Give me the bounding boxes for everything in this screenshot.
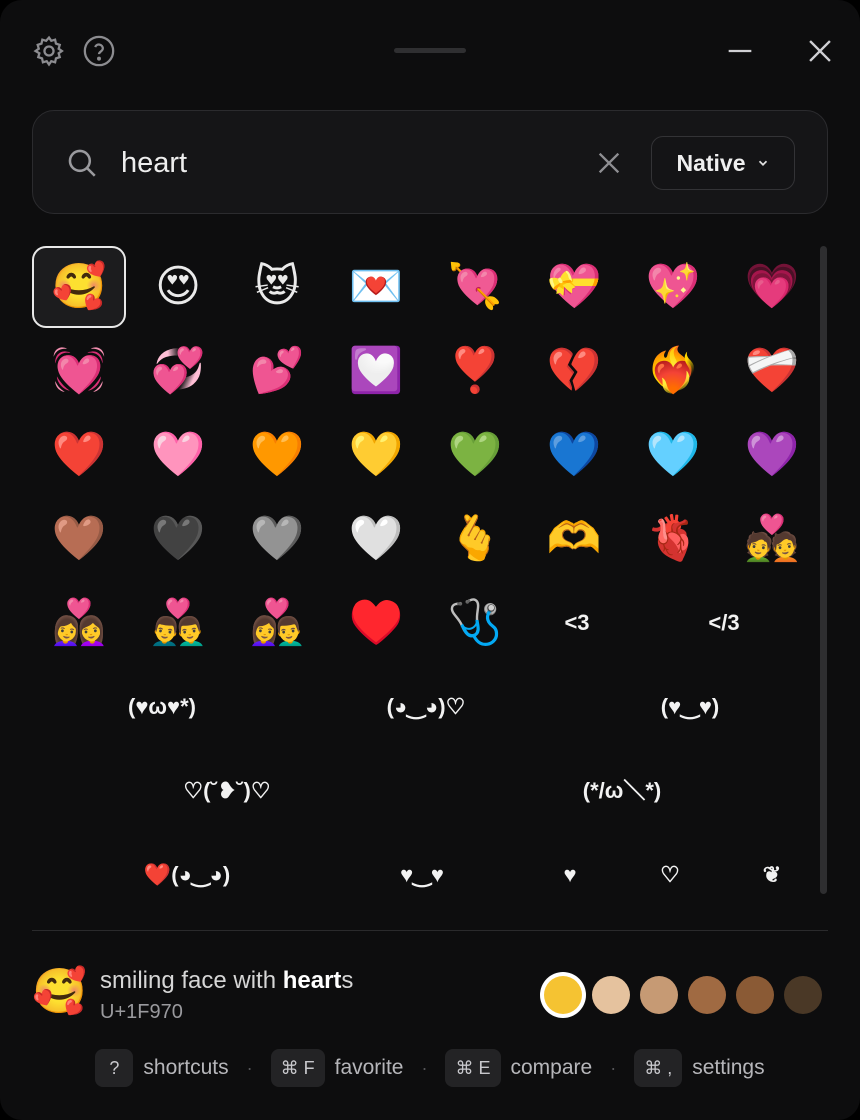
skin-tone-picker: [544, 976, 822, 1014]
shortcut-key: ⌘ F: [270, 1049, 325, 1087]
kaomoji-cell[interactable]: ❦: [752, 834, 792, 916]
emoji-cell[interactable]: 🤍: [329, 498, 423, 580]
emoji-cell[interactable]: 🫀: [626, 498, 720, 580]
kaomoji-cell[interactable]: (♥‿♥): [620, 666, 760, 748]
emoji-cell[interactable]: 💑: [725, 498, 819, 580]
search-input[interactable]: [121, 139, 561, 187]
close-icon[interactable]: [803, 34, 837, 68]
skin-tone-default[interactable]: [544, 976, 582, 1014]
emoji-cell[interactable]: 🩷: [131, 414, 225, 496]
emoji-cell[interactable]: 💔: [527, 330, 621, 412]
emoji-cell[interactable]: 💕: [230, 330, 324, 412]
emoji-cell[interactable]: 🫶: [527, 498, 621, 580]
shortcut-key: ?: [95, 1049, 134, 1087]
shortcut-label: compare: [510, 1056, 593, 1079]
skin-tone-medium-light[interactable]: [640, 976, 678, 1014]
emoji-cell[interactable]: 👨‍❤️‍👨: [131, 582, 225, 664]
emoji-cell[interactable]: 💗: [725, 246, 819, 328]
search-icon: [68, 149, 96, 177]
emoji-style-label: Native: [676, 149, 746, 176]
emoji-grid: 🥰 😍 😻 💌 💘 💝 💖 💗 💓 💞 💕 💟 ❣️ 💔 ❤️‍🔥 ❤️‍🩹 ❤…: [32, 246, 810, 906]
shortcut-compare[interactable]: ⌘ E compare: [445, 1049, 592, 1087]
kaomoji-cell[interactable]: </3: [692, 582, 756, 664]
shortcut-label: favorite: [334, 1056, 404, 1079]
kaomoji-cell[interactable]: ♡(˘❥˘)♡: [152, 750, 302, 832]
footer-divider: [32, 930, 828, 931]
emoji-cell[interactable]: 💟: [329, 330, 423, 412]
kaomoji-cell[interactable]: ♡: [650, 834, 690, 916]
help-icon[interactable]: [82, 34, 116, 68]
emoji-cell[interactable]: 🤎: [32, 498, 126, 580]
preview-emoji: 🥰: [32, 966, 87, 1017]
shortcut-settings[interactable]: ⌘ , settings: [634, 1049, 765, 1087]
separator: ·: [610, 1057, 617, 1078]
shortcut-label: settings: [692, 1056, 765, 1079]
emoji-cell[interactable]: 👩‍❤️‍👨: [230, 582, 324, 664]
kaomoji-cell[interactable]: (*/ω＼*): [542, 750, 702, 832]
emoji-cell[interactable]: ❤️: [32, 414, 126, 496]
emoji-cell[interactable]: 💌: [329, 246, 423, 328]
shortcut-key: ⌘ E: [445, 1049, 501, 1087]
emoji-cell[interactable]: ♥️: [329, 582, 423, 664]
emoji-cell[interactable]: 💙: [527, 414, 621, 496]
grid-scrollbar[interactable]: [820, 246, 827, 894]
emoji-cell[interactable]: 💓: [32, 330, 126, 412]
shortcut-favorite[interactable]: ⌘ F favorite: [270, 1049, 404, 1087]
shortcut-bar: ? shortcuts · ⌘ F favorite · ⌘ E compare…: [0, 1048, 860, 1088]
preview-name-match: heart: [282, 967, 342, 994]
emoji-cell[interactable]: ❤️‍🔥: [626, 330, 720, 412]
kaomoji-cell[interactable]: ❤️(◕‿◕): [112, 834, 262, 916]
emoji-cell[interactable]: 🖤: [131, 498, 225, 580]
skin-tone-dark[interactable]: [784, 976, 822, 1014]
emoji-cell[interactable]: 🩺: [428, 582, 522, 664]
emoji-cell[interactable]: 💖: [626, 246, 720, 328]
separator: ·: [421, 1057, 428, 1078]
emoji-cell[interactable]: 💜: [725, 414, 819, 496]
title-bar: [0, 0, 860, 100]
emoji-cell[interactable]: 🩶: [230, 498, 324, 580]
emoji-cell[interactable]: 🥰: [32, 246, 126, 328]
kaomoji-cell[interactable]: (◕‿◕)♡: [356, 666, 496, 748]
drag-handle[interactable]: [394, 48, 466, 53]
shortcut-key: ⌘ ,: [634, 1049, 683, 1087]
emoji-cell[interactable]: 👩‍❤️‍👩: [32, 582, 126, 664]
kaomoji-cell[interactable]: ♥: [550, 834, 590, 916]
emoji-cell[interactable]: ❤️‍🩹: [725, 330, 819, 412]
emoji-cell[interactable]: 💛: [329, 414, 423, 496]
emoji-cell[interactable]: 😍: [131, 246, 225, 328]
emoji-cell[interactable]: 💞: [131, 330, 225, 412]
emoji-style-dropdown[interactable]: Native: [651, 136, 795, 190]
kaomoji-cell[interactable]: ♥‿♥: [372, 834, 472, 916]
preview-name: smiling face with hearts: [100, 967, 353, 995]
preview-name-prefix: smiling face with: [100, 967, 283, 994]
kaomoji-cell[interactable]: <3: [552, 582, 602, 664]
shortcut-help[interactable]: ? shortcuts: [95, 1049, 229, 1087]
emoji-cell[interactable]: 💝: [527, 246, 621, 328]
separator: ·: [246, 1057, 253, 1078]
skin-tone-medium-dark[interactable]: [736, 976, 774, 1014]
emoji-cell[interactable]: ❣️: [428, 330, 522, 412]
emoji-picker-window: Native 🥰 😍 😻 💌 💘 💝 💖 💗 💓 💞 💕 💟 ❣️ 💔 ❤️‍🔥…: [0, 0, 860, 1120]
kaomoji-cell[interactable]: (♥ω♥*): [92, 666, 232, 748]
emoji-cell[interactable]: 🫰: [428, 498, 522, 580]
clear-search-icon[interactable]: [595, 149, 623, 177]
emoji-cell[interactable]: 🩵: [626, 414, 720, 496]
preview-name-suffix: s: [341, 967, 354, 994]
shortcut-label: shortcuts: [143, 1056, 229, 1079]
emoji-cell[interactable]: 😻: [230, 246, 324, 328]
emoji-cell[interactable]: 🧡: [230, 414, 324, 496]
emoji-cell[interactable]: 💚: [428, 414, 522, 496]
gear-icon[interactable]: [32, 34, 66, 68]
skin-tone-medium[interactable]: [688, 976, 726, 1014]
chevron-down-icon: [758, 160, 767, 166]
skin-tone-light[interactable]: [592, 976, 630, 1014]
minimize-icon[interactable]: [723, 34, 757, 68]
preview-codepoint: U+1F970: [100, 1001, 183, 1023]
search-bar: Native: [32, 110, 828, 214]
emoji-cell[interactable]: 💘: [428, 246, 522, 328]
